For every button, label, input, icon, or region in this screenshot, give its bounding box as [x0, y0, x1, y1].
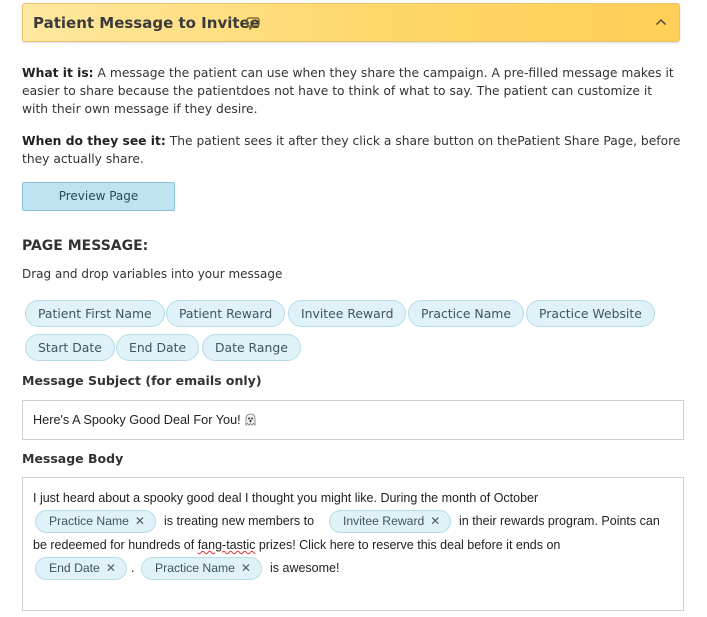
page-message-heading: PAGE MESSAGE:: [22, 238, 149, 254]
body-line-1: I just heard about a spooky good deal I …: [33, 491, 539, 505]
what-it-is-paragraph: What it is: A message the patient can us…: [22, 64, 682, 118]
when-do-they-see-it-paragraph: When do they see it: The patient sees it…: [22, 132, 682, 168]
variable-chip-start-date[interactable]: Start Date: [25, 334, 115, 361]
body-line-3: be redeemed for hundreds of fang-tastic …: [33, 538, 561, 552]
variable-chip-patient-reward[interactable]: Patient Reward: [166, 300, 286, 327]
variable-chip-practice-website[interactable]: Practice Website: [526, 300, 655, 327]
variable-chip-date-range[interactable]: Date Range: [202, 334, 301, 361]
body-text-awesome: is awesome!: [270, 561, 340, 575]
variable-chip-invitee-reward[interactable]: Invitee Reward: [288, 300, 407, 327]
remove-token-icon[interactable]: ✕: [135, 511, 145, 532]
variable-chip-patient-first-name[interactable]: Patient First Name: [25, 300, 165, 327]
body-token-practice-name[interactable]: Practice Name ✕: [35, 510, 156, 533]
ghost-emoji-icon: [245, 413, 256, 426]
preview-page-button[interactable]: Preview Page: [22, 182, 175, 211]
spellcheck-word: fang-tastic: [197, 538, 256, 552]
remove-token-icon[interactable]: ✕: [106, 558, 116, 579]
remove-token-icon[interactable]: ✕: [430, 511, 440, 532]
message-body-label: Message Body: [22, 451, 124, 466]
token-label: Practice Name: [155, 561, 235, 575]
body-text-treating: is treating new members to: [164, 514, 315, 528]
message-body-editor[interactable]: I just heard about a spooky good deal I …: [22, 477, 684, 611]
variable-chip-end-date[interactable]: End Date: [116, 334, 200, 361]
body-text-rewards: in their rewards program. Points can: [459, 514, 660, 528]
remove-token-icon[interactable]: ✕: [241, 558, 251, 579]
what-it-is-text: A message the patient can use when they …: [22, 66, 674, 116]
token-label: End Date: [49, 561, 100, 575]
chevron-up-icon[interactable]: [655, 17, 667, 27]
message-subject-label: Message Subject (for emails only): [22, 373, 262, 388]
when-label: When do they see it:: [22, 134, 166, 148]
token-label: Practice Name: [49, 514, 129, 528]
message-subject-value: Here's A Spooky Good Deal For You!: [33, 413, 257, 427]
token-label: Invitee Reward: [343, 514, 425, 528]
body-text-dot: .: [131, 561, 135, 575]
what-it-is-label: What it is:: [22, 66, 94, 80]
variable-chip-practice-name[interactable]: Practice Name: [408, 300, 524, 327]
drag-drop-hint: Drag and drop variables into your messag…: [22, 267, 283, 281]
body-token-practice-name-2[interactable]: Practice Name ✕: [141, 557, 262, 580]
section-title: Patient Message to Invitee: [33, 14, 260, 32]
comment-icon: [246, 17, 260, 30]
body-token-invitee-reward[interactable]: Invitee Reward ✕: [329, 510, 452, 533]
section-header[interactable]: Patient Message to Invitee: [22, 3, 680, 42]
message-subject-input[interactable]: Here's A Spooky Good Deal For You!: [22, 400, 684, 440]
body-token-end-date[interactable]: End Date ✕: [35, 557, 127, 580]
